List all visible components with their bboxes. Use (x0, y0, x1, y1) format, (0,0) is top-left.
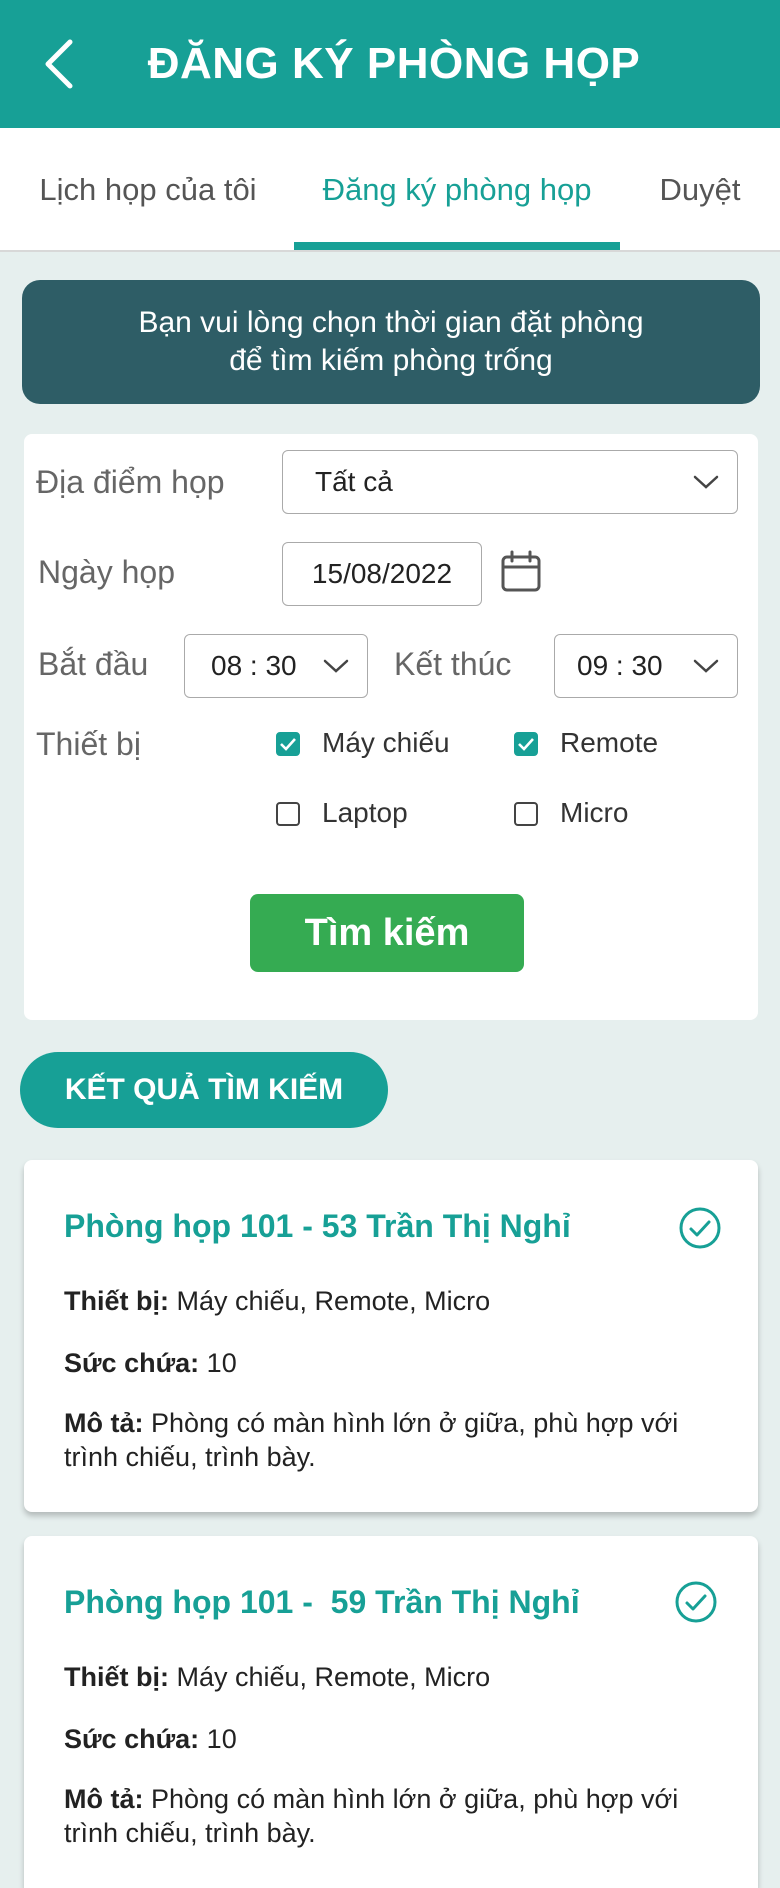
room-equipment-label: Thiết bị: (64, 1286, 169, 1316)
search-form: Địa điểm họp Tất cả Ngày họp 15/08/2022 … (24, 434, 758, 1020)
tab-bar: Lịch họp của tôi Đăng ký phòng họp Duyệt (0, 128, 780, 252)
back-button[interactable] (30, 34, 90, 94)
active-tab-indicator (294, 242, 620, 250)
search-button[interactable]: Tìm kiếm (250, 894, 524, 972)
room-capacity: Sức chứa: 10 (64, 1722, 724, 1756)
room-equipment-value: Máy chiếu, Remote, Micro (176, 1662, 491, 1692)
room-description: Mô tả: Phòng có màn hình lớn ở giữa, phù… (64, 1782, 724, 1850)
checkbox-micro[interactable] (514, 802, 538, 826)
room-equipment: Thiết bị: Máy chiếu, Remote, Micro (64, 1660, 724, 1694)
tab-my-meetings[interactable]: Lịch họp của tôi (12, 128, 284, 252)
room-capacity-label: Sức chứa: (64, 1348, 200, 1378)
room-equipment-label: Thiết bị: (64, 1662, 169, 1692)
location-label: Địa điểm họp (36, 464, 225, 500)
tab-book-room[interactable]: Đăng ký phòng họp (294, 128, 620, 252)
checkbox-laptop[interactable] (276, 802, 300, 826)
chevron-down-icon (693, 475, 719, 489)
date-label: Ngày họp (38, 554, 175, 590)
chevron-left-icon (45, 39, 73, 89)
tab-approve[interactable]: Duyệt (630, 128, 770, 252)
room-name: Phòng họp 101 - 53 Trần Thị Nghỉ (64, 1208, 571, 1244)
room-capacity-value: 10 (206, 1348, 237, 1378)
end-time-label: Kết thúc (394, 646, 512, 682)
info-banner: Bạn vui lòng chọn thời gian đặt phòng để… (22, 280, 760, 404)
page-title: ĐĂNG KÝ PHÒNG HỌP (147, 39, 641, 88)
checkbox-laptop-label: Laptop (322, 797, 408, 828)
end-time-value: 09 : 30 (577, 650, 663, 681)
room-name: Phòng họp 101 - 59 Trần Thị Nghỉ (64, 1584, 580, 1620)
checkbox-projector[interactable] (276, 732, 300, 756)
room-equipment-value: Máy chiếu, Remote, Micro (176, 1286, 491, 1316)
start-time-select[interactable]: 08 : 30 (184, 634, 368, 698)
room-card[interactable]: Phòng họp 101 - 53 Trần Thị Nghỉ Thiết b… (24, 1160, 758, 1512)
checkbox-remote[interactable] (514, 732, 538, 756)
check-icon (280, 738, 296, 751)
room-equipment: Thiết bị: Máy chiếu, Remote, Micro (64, 1284, 724, 1318)
room-description-value: Phòng có màn hình lớn ở giữa, phù hợp vớ… (64, 1784, 679, 1848)
date-input[interactable]: 15/08/2022 (282, 542, 482, 606)
check-circle-icon[interactable] (678, 1206, 722, 1250)
room-description: Mô tả: Phòng có màn hình lớn ở giữa, phù… (64, 1406, 724, 1474)
chevron-down-icon (693, 659, 719, 673)
room-capacity-value: 10 (206, 1724, 237, 1754)
start-time-label: Bắt đầu (38, 646, 149, 682)
end-time-select[interactable]: 09 : 30 (554, 634, 738, 698)
location-select[interactable]: Tất cả (282, 450, 738, 514)
info-banner-line-2: để tìm kiếm phòng trống (229, 344, 553, 377)
check-circle-icon[interactable] (674, 1580, 718, 1624)
results-heading: KẾT QUẢ TÌM KIẾM (20, 1052, 388, 1128)
check-icon (518, 738, 534, 751)
room-description-label: Mô tả: (64, 1784, 144, 1814)
room-description-label: Mô tả: (64, 1408, 144, 1438)
checkbox-projector-label: Máy chiếu (322, 727, 450, 758)
location-value: Tất cả (315, 466, 393, 497)
chevron-down-icon (323, 659, 349, 673)
room-capacity: Sức chứa: 10 (64, 1346, 724, 1380)
checkbox-micro-label: Micro (560, 797, 629, 828)
start-time-value: 08 : 30 (211, 650, 297, 681)
info-banner-line-1: Bạn vui lòng chọn thời gian đặt phòng (138, 306, 644, 339)
app-header: ĐĂNG KÝ PHÒNG HỌP (0, 0, 780, 128)
room-description-value: Phòng có màn hình lớn ở giữa, phù hợp vớ… (64, 1408, 679, 1472)
room-card[interactable]: Phòng họp 101 - 59 Trần Thị Nghỉ Thiết b… (24, 1536, 758, 1888)
room-capacity-label: Sức chứa: (64, 1724, 200, 1754)
calendar-icon[interactable] (500, 550, 542, 594)
checkbox-remote-label: Remote (560, 727, 659, 758)
equipment-label: Thiết bị (36, 726, 141, 762)
